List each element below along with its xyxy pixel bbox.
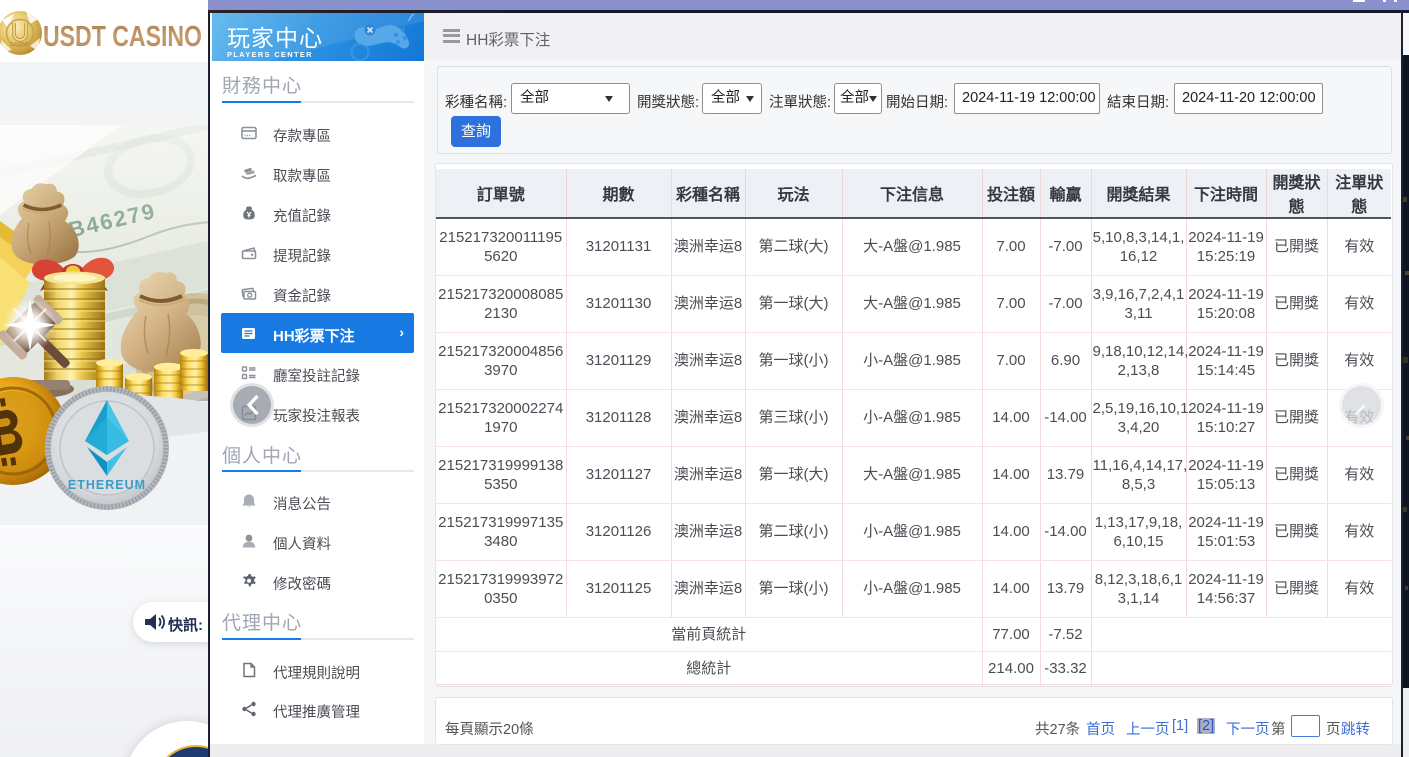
svg-text:USDT CASINO: USDT CASINO: [43, 21, 202, 53]
svg-text:ETHEREUM: ETHEREUM: [68, 478, 146, 492]
svg-text:CASINO: CASINO: [10, 42, 30, 48]
